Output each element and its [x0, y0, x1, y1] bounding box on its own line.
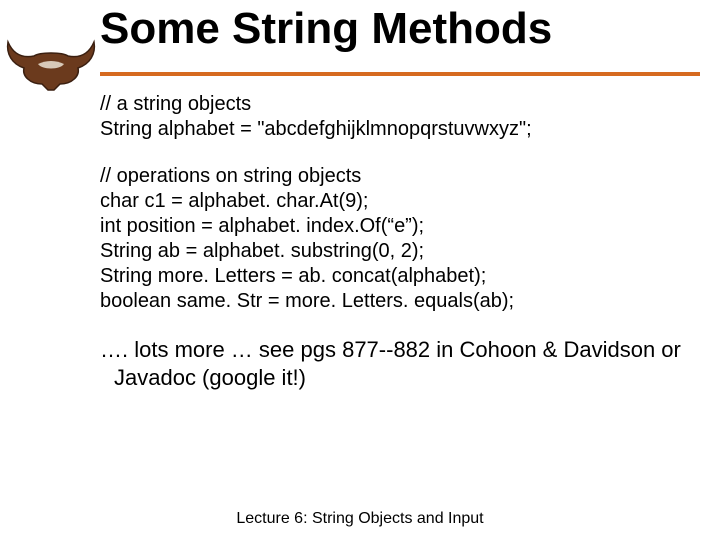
- code-line: // a string objects: [100, 92, 690, 117]
- code-line: String more. Letters = ab. concat(alphab…: [100, 264, 690, 289]
- code-line: String alphabet = "abcdefghijklmnopqrstu…: [100, 117, 690, 142]
- note-text: …. lots more … see pgs 877--882 in Cohoo…: [114, 336, 690, 391]
- slide-body: // a string objects String alphabet = "a…: [100, 92, 690, 391]
- code-line: boolean same. Str = more. Letters. equal…: [100, 289, 690, 314]
- longhorn-logo-icon: [2, 34, 102, 94]
- slide-footer: Lecture 6: String Objects and Input: [0, 510, 720, 528]
- code-line: char c1 = alphabet. char.At(9);: [100, 189, 690, 214]
- code-block-1: // a string objects String alphabet = "a…: [100, 92, 690, 142]
- slide: Some String Methods // a string objects …: [0, 0, 720, 540]
- code-line: int position = alphabet. index.Of(“e”);: [100, 214, 690, 239]
- title-underline: [100, 72, 700, 76]
- code-line: // operations on string objects: [100, 164, 690, 189]
- code-block-2: // operations on string objects char c1 …: [100, 164, 690, 314]
- code-line: String ab = alphabet. substring(0, 2);: [100, 239, 690, 264]
- slide-title: Some String Methods: [100, 4, 700, 54]
